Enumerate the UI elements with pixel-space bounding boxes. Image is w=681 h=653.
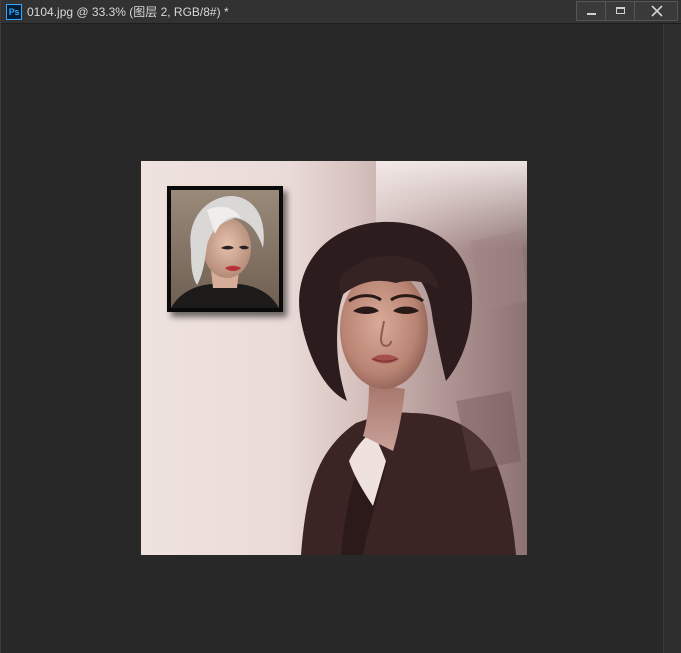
minimize-button[interactable] — [576, 1, 606, 21]
window-controls — [576, 1, 678, 21]
close-icon — [651, 5, 663, 17]
inset-portrait-frame[interactable] — [167, 186, 283, 312]
close-button[interactable] — [634, 1, 678, 21]
inset-portrait-image — [171, 190, 279, 308]
maximize-button[interactable] — [605, 1, 635, 21]
silver-hair-portrait-image — [171, 190, 279, 308]
document-window: Ps 0104.jpg @ 33.3% (图层 2, RGB/8#) * — [0, 0, 681, 653]
maximize-icon — [616, 7, 625, 14]
vertical-scrollbar[interactable] — [663, 24, 681, 653]
document-title: 0104.jpg @ 33.3% (图层 2, RGB/8#) * — [27, 5, 229, 19]
minimize-icon — [587, 13, 596, 15]
title-bar[interactable]: Ps 0104.jpg @ 33.3% (图层 2, RGB/8#) * — [1, 0, 681, 24]
photoshop-icon: Ps — [6, 4, 22, 20]
